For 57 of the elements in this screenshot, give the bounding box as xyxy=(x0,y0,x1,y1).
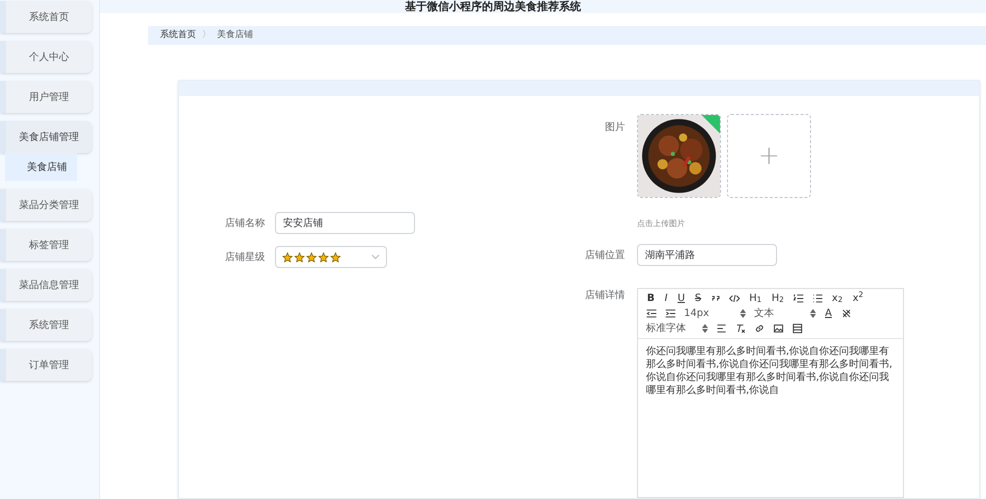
bullet-list-icon[interactable] xyxy=(812,293,823,304)
star-icon xyxy=(294,252,305,262)
format-select[interactable]: 标准字体 xyxy=(646,324,708,334)
font-color-button[interactable]: A xyxy=(824,308,833,318)
chevron-down-icon xyxy=(371,254,380,260)
format-button[interactable]: H$_{1}$ xyxy=(748,294,763,304)
input-field[interactable]: 安安店铺 xyxy=(275,212,415,234)
breadcrumb-link[interactable]: 美食店铺 xyxy=(217,28,253,42)
italic-button[interactable]: I xyxy=(664,294,669,304)
rich-text-editor[interactable]: B I U S H$_{1}$ H$_{2}$ x$_{2}$ x$^{2}$ 14px 文本 A 标准字体 你还问我哪里有那么多时间看书,你说自你还问我哪里有那么多时间看书,你说自你还问我哪里有那么多时间看书,你说自你还问我哪里有那么多时间看书,你说自你还问我哪里有那么多时间看书,你说自 xyxy=(637,288,904,498)
sidebar-item[interactable]: 订单管理 xyxy=(0,349,92,381)
star-icon xyxy=(282,252,293,262)
field-label: 店铺位置 xyxy=(584,248,625,262)
format-button[interactable]: H$_{2}$ xyxy=(770,294,785,304)
field-label: 图片 xyxy=(604,120,625,135)
star-icon xyxy=(330,252,341,262)
system-title: 基于微信小程序的周边美食推荐系统 xyxy=(405,0,581,12)
clear-format-icon[interactable] xyxy=(735,323,746,334)
sidebar-item[interactable]: 系统管理 xyxy=(0,309,92,341)
field-label: 店铺名称 xyxy=(224,216,265,230)
sidebar-item[interactable]: 美食店铺管理 xyxy=(0,121,92,153)
highlight-icon[interactable] xyxy=(840,308,852,319)
sidebar-item[interactable]: 系统首页 xyxy=(0,1,92,33)
sidebar-item[interactable]: 用户管理 xyxy=(0,81,92,113)
sidebar-item[interactable]: 标签管理 xyxy=(0,229,92,261)
field-label: 店铺详情 xyxy=(584,288,625,303)
format-button[interactable]: x$^{2}$ xyxy=(852,294,864,304)
sidebar-subitem[interactable]: 美食店铺 xyxy=(5,153,77,181)
image-icon[interactable] xyxy=(773,323,784,334)
rating-select[interactable] xyxy=(275,246,387,268)
outdent-icon[interactable] xyxy=(646,308,657,319)
editor-content: 你还问我哪里有那么多时间看书,你说自你还问我哪里有那么多时间看书,你说自你还问我哪里有那么多时间看书,你说自你还问我哪里有那么多时间看书,你说自你还问我哪里有那么多时间看书,你说自 xyxy=(645,344,894,397)
video-icon[interactable] xyxy=(792,323,803,334)
link-icon[interactable] xyxy=(754,323,765,334)
updown-icon xyxy=(740,309,746,318)
ordered-list-icon[interactable] xyxy=(792,293,804,304)
updown-icon xyxy=(810,309,816,318)
underline-button[interactable]: U xyxy=(676,294,686,304)
star-icon xyxy=(318,252,329,262)
breadcrumb-link[interactable]: 系统首页 xyxy=(160,28,196,42)
format-select[interactable]: 文本 xyxy=(754,308,816,318)
sidebar-item[interactable]: 菜品分类管理 xyxy=(0,189,92,221)
bold-button[interactable]: B xyxy=(646,294,656,304)
sidebar-item[interactable]: 菜品信息管理 xyxy=(0,269,92,301)
strikethrough-button[interactable]: S xyxy=(694,294,702,304)
sidebar-item[interactable]: 个人中心 xyxy=(0,41,92,73)
indent-icon[interactable] xyxy=(665,308,676,319)
updown-icon xyxy=(702,324,708,333)
format-select[interactable]: 14px xyxy=(684,308,746,318)
code-icon[interactable] xyxy=(729,293,740,304)
star-icon xyxy=(306,252,317,262)
field-label: 店铺星级 xyxy=(224,250,265,264)
input-field[interactable]: 湖南平浦路 xyxy=(637,244,777,266)
format-button[interactable]: x$_{2}$ xyxy=(830,294,844,304)
upload-hint: 点击上传图片 xyxy=(637,218,686,230)
align-icon[interactable] xyxy=(716,323,727,334)
breadcrumb-separator: 〉 xyxy=(202,28,211,42)
